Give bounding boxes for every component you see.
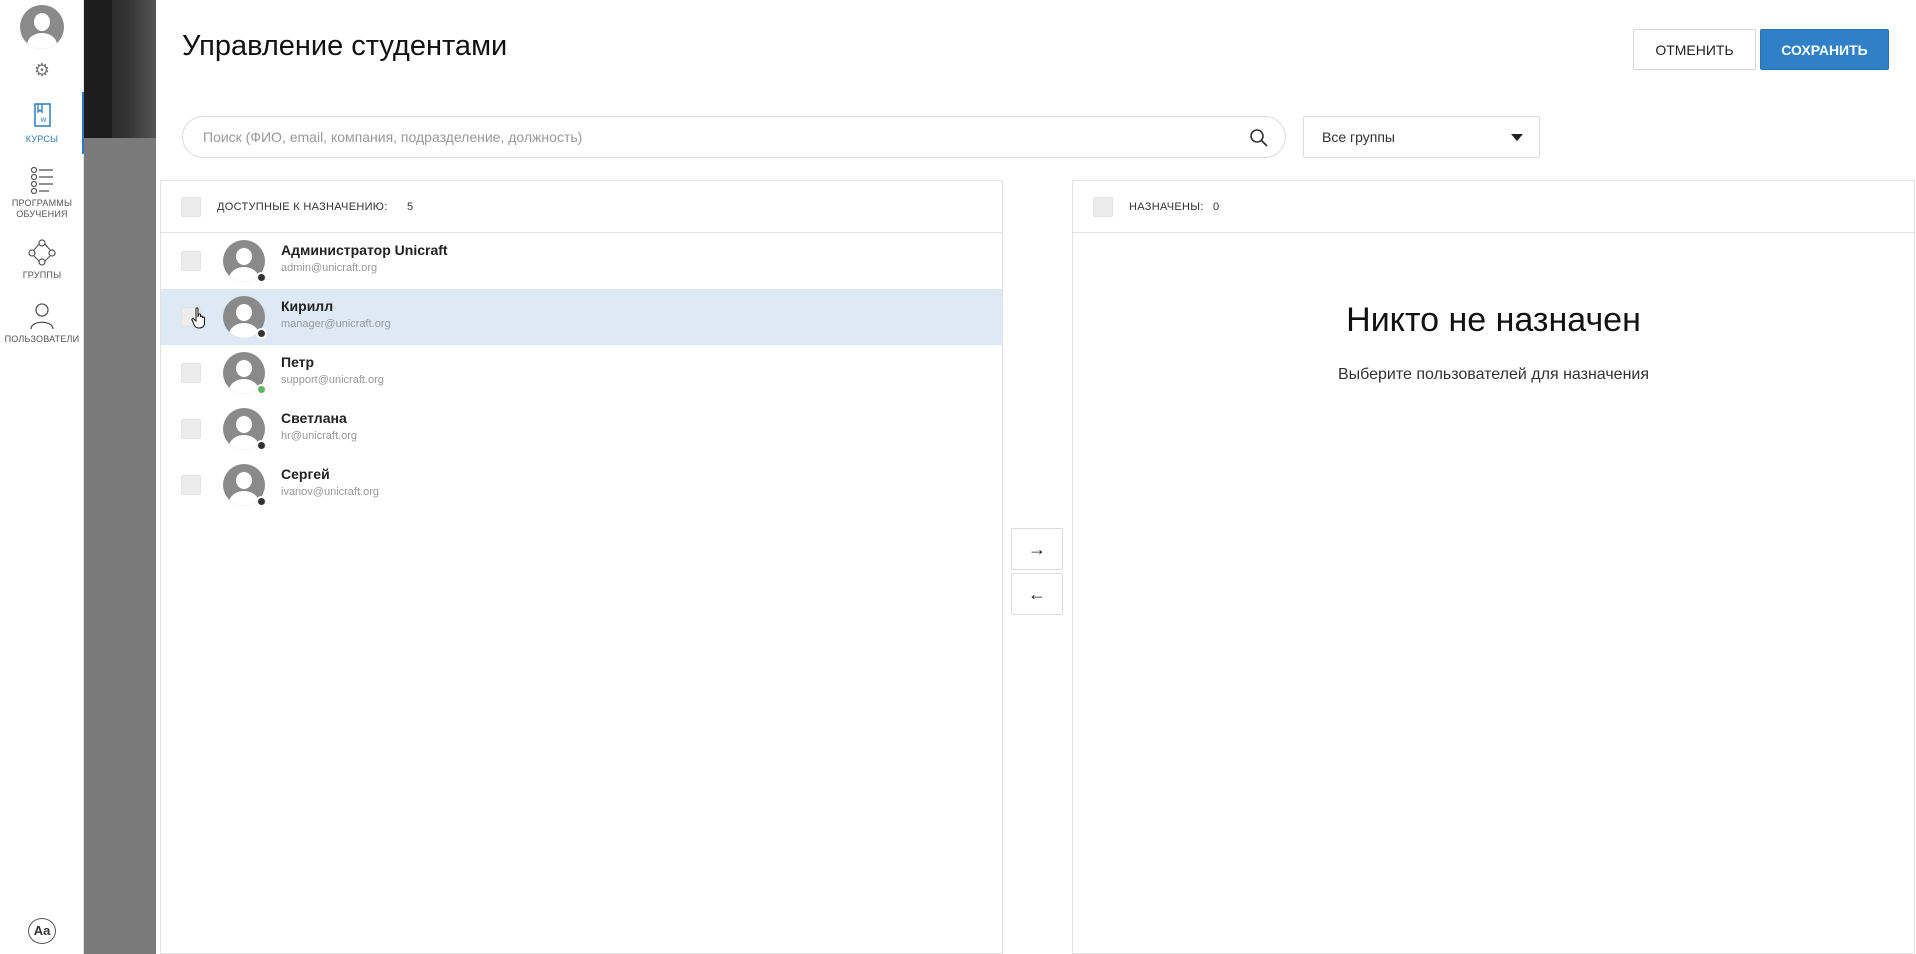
sidebar-item-label: Курсы	[25, 134, 59, 144]
available-users-panel: Доступные к назначению: 5 Администратор …	[160, 180, 1003, 954]
assign-button[interactable]: →	[1011, 528, 1063, 570]
user-name: Сергей	[281, 466, 330, 482]
status-offline-dot	[256, 440, 267, 451]
user-email: admin@unicraft.org	[281, 262, 378, 274]
user-checkbox[interactable]	[181, 251, 201, 271]
user-checkbox[interactable]	[181, 475, 201, 495]
hand-cursor-icon	[191, 307, 205, 329]
search-input[interactable]	[203, 117, 1233, 157]
user-row[interactable]: Светлана hr@unicraft.org	[161, 401, 1002, 457]
assigned-users-panel: Назначены: 0 Никто не назначен Выберите …	[1072, 180, 1915, 954]
gear-icon[interactable]: ⚙	[32, 60, 52, 80]
search-icon[interactable]	[1249, 128, 1269, 148]
sidebar-item-groups[interactable]: Группы	[0, 238, 84, 281]
status-offline-dot	[256, 272, 267, 283]
font-settings-icon[interactable]: Aa	[28, 918, 56, 944]
user-name: Кирилл	[281, 298, 334, 314]
sidebar-item-programs[interactable]: Программы обучения	[0, 166, 84, 220]
cancel-button[interactable]: ОТМЕНИТЬ	[1633, 29, 1756, 70]
group-filter-select[interactable]: Все группы	[1303, 116, 1540, 158]
unassign-button[interactable]: ←	[1011, 573, 1063, 615]
checklist-icon	[30, 166, 53, 194]
save-button[interactable]: СОХРАНИТЬ	[1760, 29, 1889, 70]
user-checkbox[interactable]	[181, 363, 201, 383]
book-icon: W	[34, 103, 51, 127]
status-online-dot	[256, 384, 267, 395]
backdrop	[84, 0, 156, 954]
user-checkbox[interactable]	[181, 419, 201, 439]
user-name: Светлана	[281, 410, 347, 426]
user-email: hr@unicraft.org	[281, 430, 357, 442]
group-filter-value: Все группы	[1322, 129, 1395, 145]
page-title: Управление студентами	[182, 30, 508, 62]
select-all-available-checkbox[interactable]	[181, 197, 201, 217]
user-row[interactable]: Кирилл manager@unicraft.org	[161, 289, 1002, 345]
status-offline-dot	[256, 328, 267, 339]
user-email: support@unicraft.org	[281, 374, 384, 386]
assigned-header: Назначены: 0	[1073, 181, 1914, 233]
sidebar-item-courses[interactable]: W Курсы	[0, 92, 85, 154]
sidebar-item-label: Пользователи	[4, 334, 80, 344]
user-row[interactable]: Сергей ivanov@unicraft.org	[161, 457, 1002, 513]
user-email: ivanov@unicraft.org	[281, 486, 379, 498]
assigned-count: 0	[1213, 201, 1220, 213]
sidebar-item-label: Программы обучения	[11, 198, 73, 219]
caret-down-icon	[1511, 134, 1523, 141]
sidebar-item-label: Группы	[22, 270, 62, 280]
user-icon	[30, 303, 54, 330]
empty-state-title: Никто не назначен	[1346, 301, 1641, 339]
status-offline-dot	[256, 496, 267, 507]
empty-state-subtitle: Выберите пользователей для назначения	[1337, 366, 1650, 383]
sidebar-item-users[interactable]: Пользователи	[0, 302, 84, 345]
svg-text:W: W	[41, 117, 47, 124]
manage-students-modal: Управление студентами ОТМЕНИТЬ СОХРАНИТЬ…	[156, 0, 1916, 954]
available-header: Доступные к назначению: 5	[161, 181, 1002, 233]
sidebar: ⚙ W Курсы Программы обучения Группы	[0, 0, 85, 954]
user-row[interactable]: Администратор Unicraft admin@unicraft.or…	[161, 233, 1002, 289]
select-all-assigned-checkbox[interactable]	[1093, 197, 1113, 217]
profile-avatar[interactable]	[20, 5, 64, 49]
available-count: 5	[407, 201, 414, 213]
user-name: Петр	[281, 354, 315, 370]
search-box	[182, 116, 1286, 158]
user-row[interactable]: Петр support@unicraft.org	[161, 345, 1002, 401]
assigned-label: Назначены:	[1129, 201, 1204, 213]
available-label: Доступные к назначению:	[217, 201, 388, 213]
group-icon	[28, 239, 56, 266]
user-name: Администратор Unicraft	[281, 242, 448, 258]
user-email: manager@unicraft.org	[281, 318, 391, 330]
